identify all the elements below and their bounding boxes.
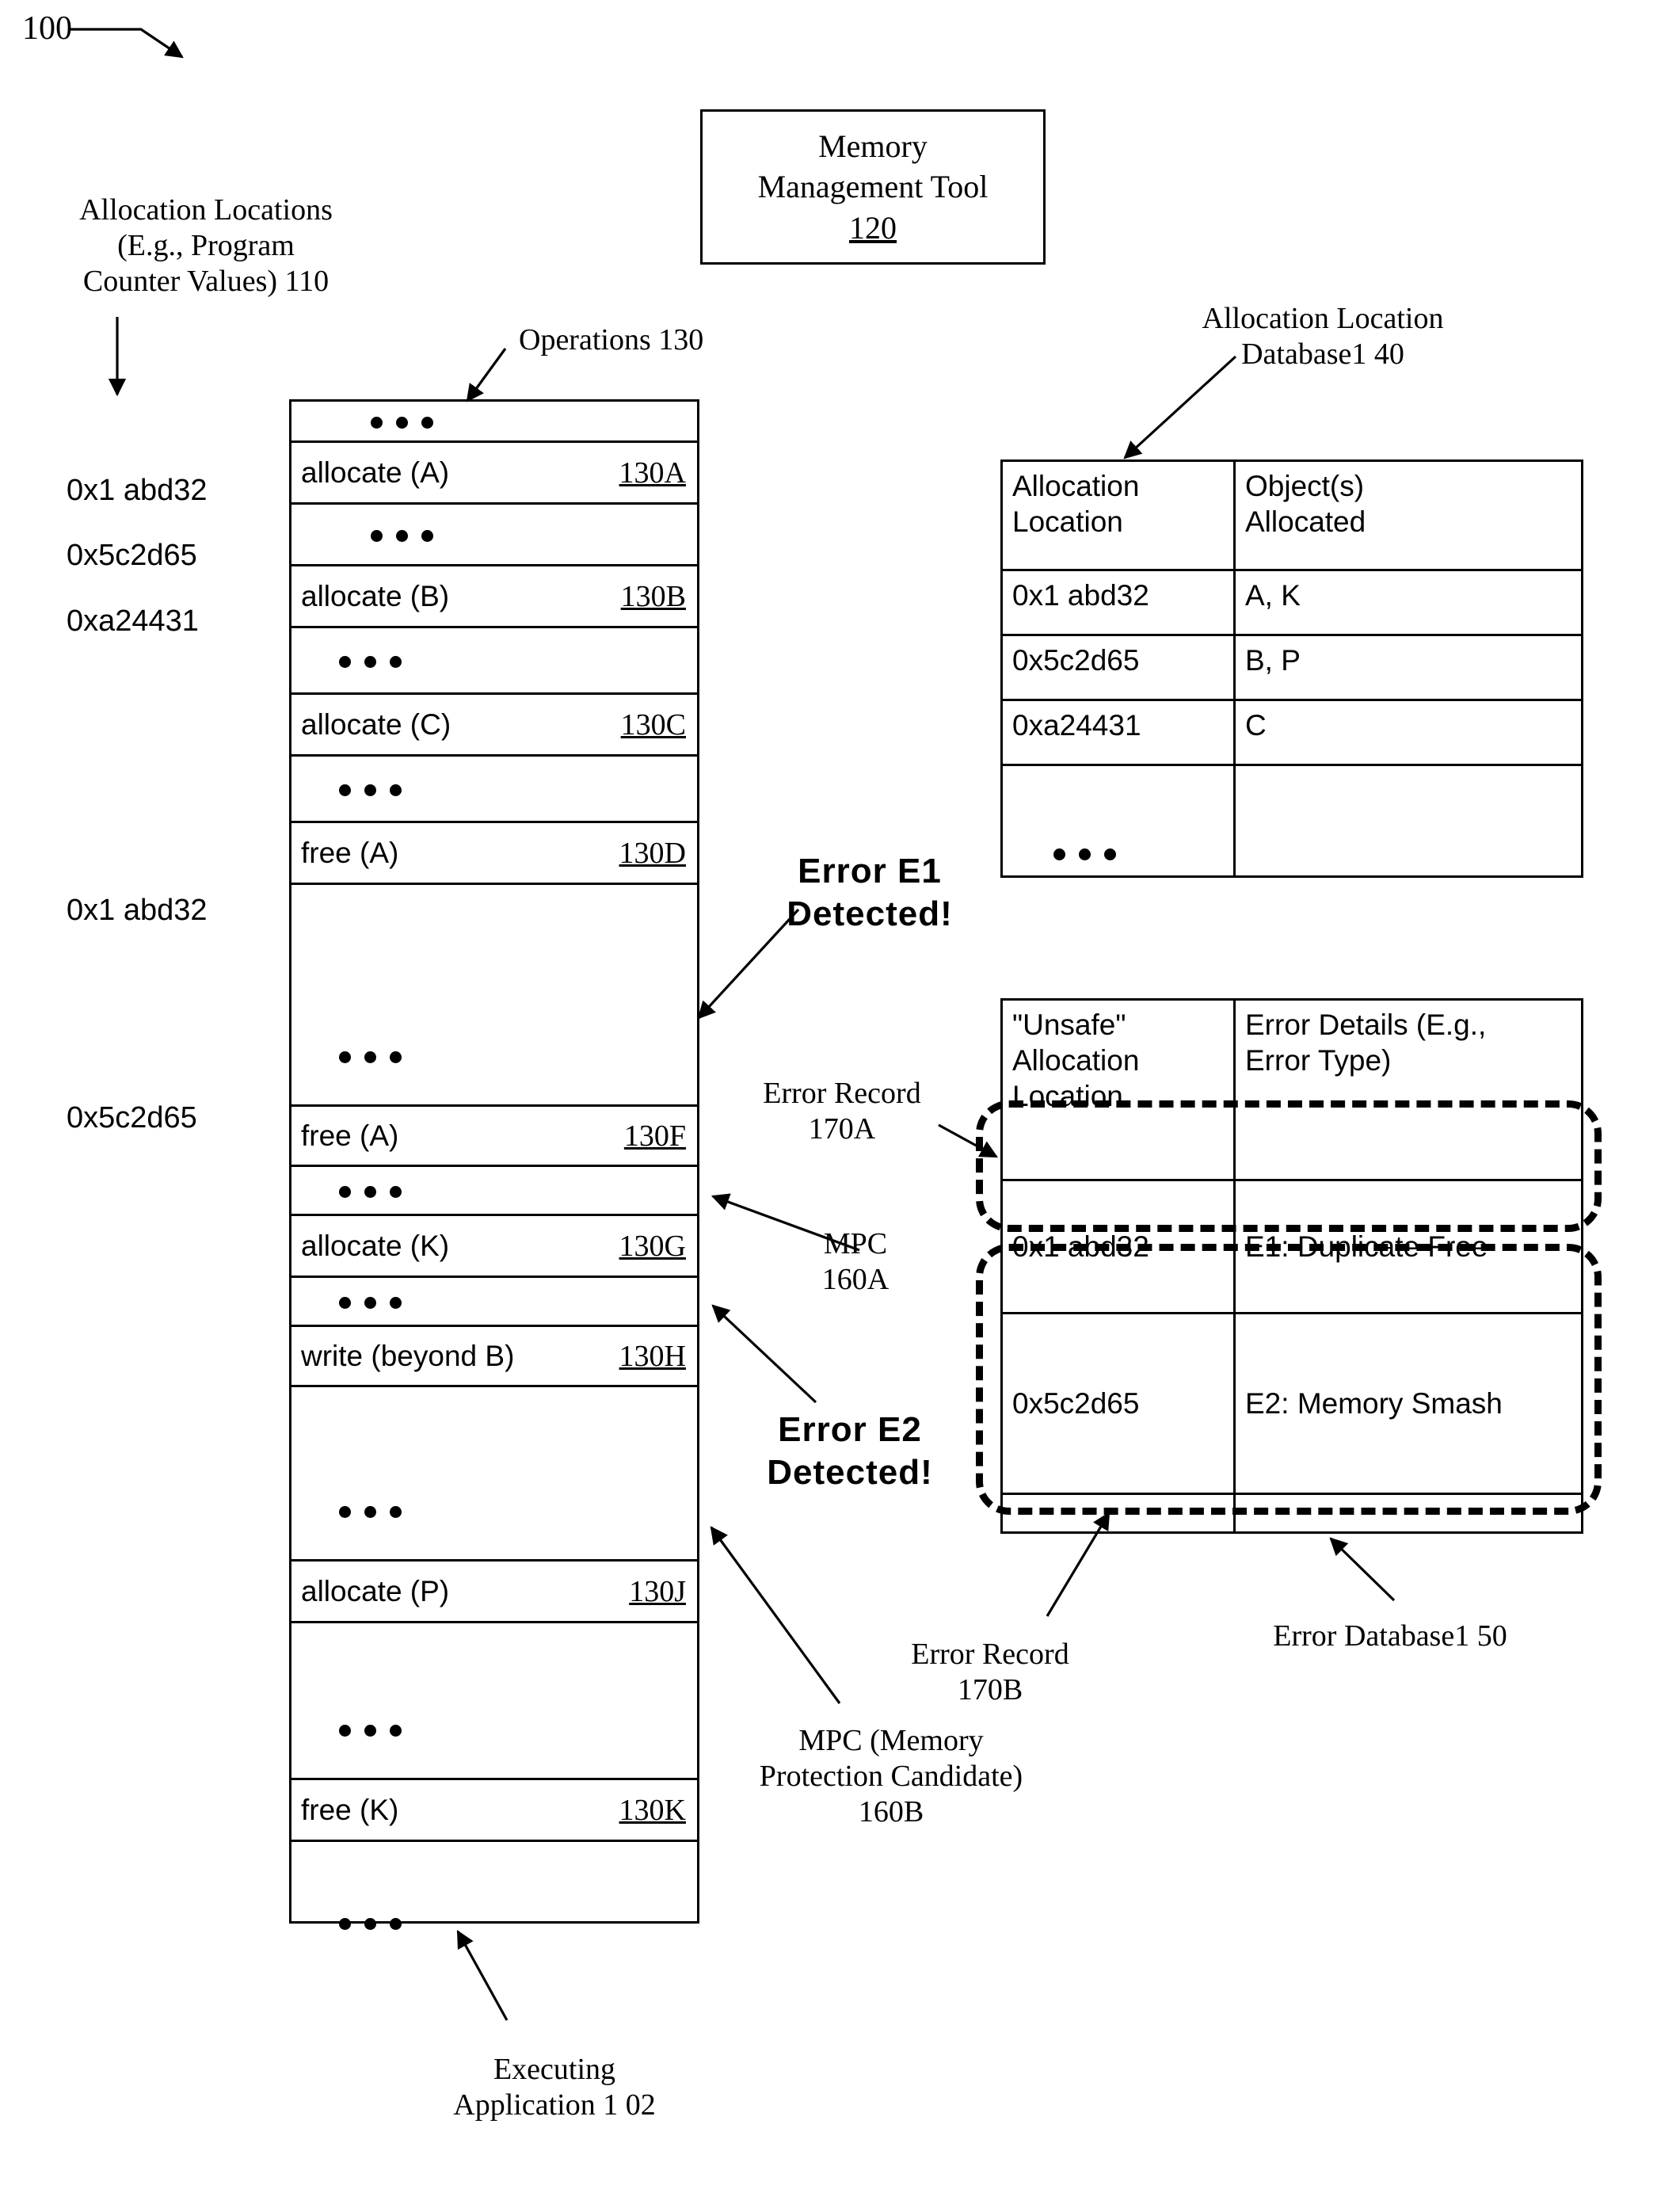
error-database-150-label: Error Database1 50 [1273, 1619, 1507, 1653]
executing-application-label: Executing Application 1 02 [453, 2053, 656, 2122]
error-record-170b-label: Error Record 170B [911, 1638, 1069, 1706]
operation-ellipsis-row [291, 1387, 697, 1562]
error-e1-detected-callout: Error E1 Detected! [787, 852, 953, 933]
allocation-location-value: 0xa24431 [67, 604, 199, 638]
ellipsis-dots [339, 1296, 402, 1309]
operation-ellipsis-row [291, 1278, 697, 1327]
table-cell: E2: Memory Smash [1245, 1386, 1503, 1420]
table-cell: E1: Duplicate Free [1245, 1230, 1488, 1263]
column-header: Object(s) Allocated [1245, 470, 1366, 539]
table-cell [1236, 766, 1581, 875]
mpc-160b-label: MPC (Memory Protection Candidate) 160B [759, 1724, 1023, 1828]
operation-ellipsis-row [291, 1167, 697, 1216]
mmt-ref: 120 [849, 209, 897, 246]
operation-reference-number: 130C [620, 708, 686, 742]
table-row [1003, 766, 1581, 875]
mmt-line-2: Management Tool [757, 169, 989, 205]
allocation-location-value: 0x5c2d65 [67, 1101, 197, 1134]
table-row: 0x5c2d65 B, P [1003, 636, 1581, 701]
operation-row: free (K) 130K [291, 1780, 697, 1842]
operation-reference-number: 130F [623, 1119, 686, 1153]
operation-label: allocate (B) [301, 580, 450, 612]
operations-label: Operations 130 [519, 323, 704, 357]
table-cell: 0xa24431 [1003, 701, 1236, 764]
allocation-locations-label: Allocation Locations (E.g., Program Coun… [79, 193, 333, 298]
ellipsis-dots [339, 1506, 402, 1518]
operation-row: free (A) 130F [291, 1107, 697, 1167]
operation-ellipsis-row [291, 1623, 697, 1780]
table-header-row: "Unsafe" Allocation Location Error Detail… [1003, 1001, 1581, 1181]
ellipsis-dots [1003, 766, 1236, 875]
error-e2-detected-callout: Error E2 Detected! [767, 1410, 933, 1492]
figure-number: 100 [22, 10, 72, 47]
operation-label: allocate (P) [301, 1575, 450, 1607]
operation-label: allocate (C) [301, 708, 451, 741]
operation-row: allocate (C) 130C [291, 695, 697, 757]
operation-label: free (K) [301, 1794, 399, 1826]
mpc-160a-label: MPC 160A [821, 1227, 890, 1296]
table-cell: 0x5c2d65 [1003, 636, 1236, 699]
column-header: "Unsafe" Allocation Location [1003, 1001, 1236, 1179]
table-row: 0x1 abd32 E1: Duplicate Free [1003, 1181, 1581, 1314]
table-cell: 0x1 abd32 [1003, 1181, 1236, 1312]
table-row: 0x5c2d65 E2: Memory Smash [1003, 1314, 1581, 1495]
operation-reference-number: 130B [620, 580, 686, 613]
operation-ellipsis-row [291, 402, 697, 443]
operation-reference-number: 130D [619, 837, 686, 870]
mmt-line-1: Memory [818, 128, 928, 165]
ellipsis-dots [339, 1725, 402, 1737]
operation-label: allocate (A) [301, 456, 450, 489]
ellipsis-dots [339, 1185, 402, 1198]
operation-row: allocate (B) 130B [291, 566, 697, 628]
error-database-table: "Unsafe" Allocation Location Error Detail… [1000, 998, 1583, 1534]
ellipsis-dots [339, 655, 402, 668]
table-cell [1236, 1495, 1581, 1531]
allocation-location-database-table: Allocation Location Object(s) Allocated 0x… [1000, 459, 1583, 878]
allocation-location-value: 0x5c2d65 [67, 539, 197, 572]
operations-column: allocate (A) 130A allocate (B) 130B allocate… [289, 399, 699, 1930]
memory-management-tool-box: Memory Management Tool 120 [700, 109, 1046, 265]
operation-label: free (A) [301, 837, 399, 869]
table-row [1003, 1495, 1581, 1531]
table-row: 0x1 abd32 A, K [1003, 571, 1581, 636]
operation-reference-number: 130J [629, 1575, 686, 1608]
operation-reference-number: 130H [619, 1340, 686, 1373]
column-header: Error Details (E.g., Error Type) [1245, 1009, 1487, 1077]
table-header-row: Allocation Location Object(s) Allocated [1003, 462, 1581, 571]
operation-ellipsis-row [291, 1842, 697, 1973]
ellipsis-dots [371, 416, 433, 429]
operation-row: allocate (P) 130J [291, 1562, 697, 1623]
error-record-170a-label: Error Record 170A [763, 1077, 921, 1146]
operation-reference-number: 130A [619, 456, 686, 490]
column-header: Allocation Location [1003, 462, 1236, 569]
allocation-location-database-label: Allocation Location Database1 40 [1202, 302, 1444, 371]
operation-row: allocate (K) 130G [291, 1216, 697, 1278]
operation-row: free (A) 130D [291, 823, 697, 885]
allocation-location-value: 0x1 abd32 [67, 894, 208, 927]
patent-figure-page: 100 Memory Management Tool 120 Allocatio… [0, 0, 1680, 2185]
operation-label: allocate (K) [301, 1230, 450, 1262]
operation-ellipsis-row [291, 757, 697, 823]
ellipsis-dots [339, 1051, 402, 1063]
operation-label: write (beyond B) [301, 1340, 515, 1372]
ellipsis-dots [339, 784, 402, 796]
table-cell: C [1245, 709, 1267, 742]
operation-ellipsis-row [291, 505, 697, 566]
table-cell: B, P [1245, 644, 1301, 677]
table-row: 0xa24431 C [1003, 701, 1581, 766]
operation-label: free (A) [301, 1119, 399, 1152]
operation-reference-number: 130K [619, 1794, 686, 1827]
operation-ellipsis-row [291, 885, 697, 1107]
ellipsis-dots [371, 529, 433, 542]
operation-reference-number: 130G [619, 1230, 686, 1263]
table-cell: A, K [1245, 579, 1301, 612]
operation-row: allocate (A) 130A [291, 443, 697, 505]
ellipsis-dots [339, 1918, 402, 1930]
allocation-location-value: 0x1 abd32 [67, 474, 208, 507]
table-cell: 0x1 abd32 [1003, 571, 1236, 634]
table-cell [1003, 1495, 1236, 1531]
operation-row: write (beyond B) 130H [291, 1327, 697, 1387]
table-cell: 0x5c2d65 [1003, 1314, 1236, 1493]
operation-ellipsis-row [291, 628, 697, 695]
